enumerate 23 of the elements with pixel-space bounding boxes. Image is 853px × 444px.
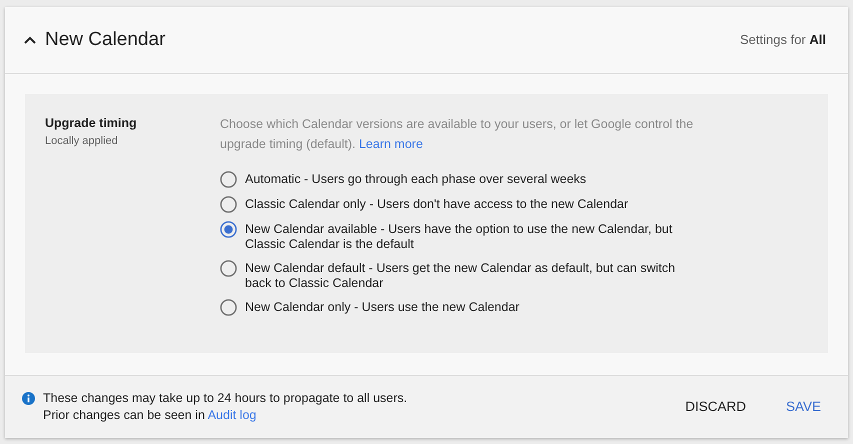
settings-scope: Settings for All xyxy=(740,31,826,50)
save-button[interactable]: SAVE xyxy=(774,390,833,424)
radio-button[interactable] xyxy=(220,171,237,188)
radio-button[interactable] xyxy=(220,221,237,238)
setting-title: Upgrade timing xyxy=(45,115,138,132)
info-message: These changes may take up to 24 hours to propagate to all users. xyxy=(43,390,408,407)
collapse-icon[interactable] xyxy=(23,35,37,45)
discard-button[interactable]: DISCARD xyxy=(673,390,758,424)
audit-log-link[interactable]: Audit log xyxy=(208,408,256,422)
learn-more-link[interactable]: Learn more xyxy=(358,137,423,151)
option-label: New Calendar available - Users have the option to use the new Calendar, but Classic Calendar is the default xyxy=(245,222,674,252)
option-label: New Calendar only - Users use the new Calendar xyxy=(245,300,520,315)
radio-button[interactable] xyxy=(220,299,237,316)
info-icon xyxy=(22,392,35,405)
audit-message: Prior changes can be seen in Audit log xyxy=(43,407,258,424)
section-title: New Calendar xyxy=(45,28,166,52)
setting-description: Choose which Calendar versions are available to your users, or let Google control the upgrade timing (default). Learn more xyxy=(220,116,694,153)
option-label: New Calendar default - Users get the new Calendar as default, but can switch back to Classic Calendar xyxy=(245,261,676,291)
option-label: Classic Calendar only - Users don't have access to the new Calendar xyxy=(245,197,628,212)
setting-subtitle: Locally applied xyxy=(45,134,119,149)
option-label: Automatic - Users go through each phase over several weeks xyxy=(245,172,586,187)
radio-button[interactable] xyxy=(220,260,237,277)
radio-button[interactable] xyxy=(220,196,237,213)
